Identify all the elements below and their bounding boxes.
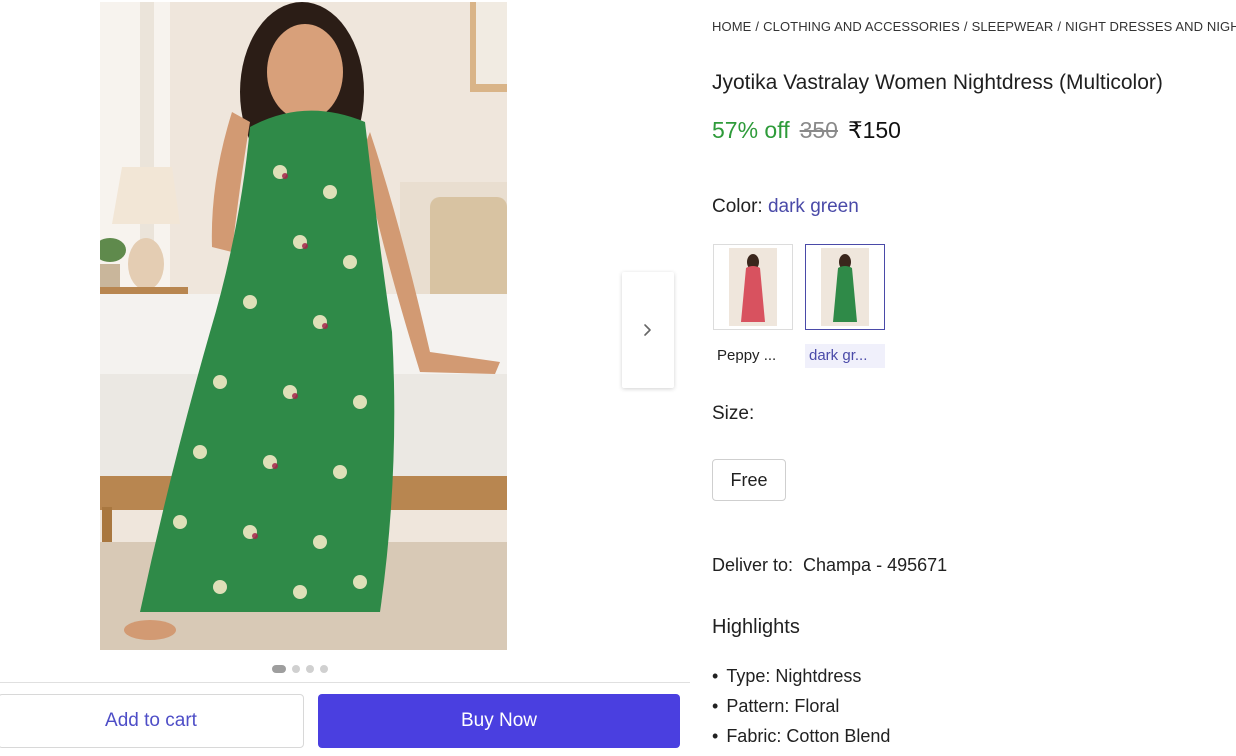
product-photo <box>100 2 507 650</box>
size-option-free[interactable]: Free <box>712 459 786 501</box>
size-label: Size: <box>712 403 755 424</box>
deliver-label: Deliver to: <box>712 555 794 575</box>
color-option-dark-green[interactable] <box>805 244 885 330</box>
sale-price: ₹150 <box>847 117 901 143</box>
carousel-dots <box>272 665 328 673</box>
carousel-dot-active[interactable] <box>272 665 286 673</box>
color-label: Color: <box>712 196 763 217</box>
product-title: Jyotika Vastralay Women Nightdress (Mult… <box>712 71 1163 94</box>
highlights-list: Type: Nightdress Pattern: Floral Fabric:… <box>712 664 890 754</box>
price-row: 57% off 350 ₹150 <box>712 117 901 144</box>
carousel-dot[interactable] <box>320 665 328 673</box>
color-swatch-thumbnail <box>729 248 777 326</box>
highlights-heading: Highlights <box>712 616 800 638</box>
carousel-dot[interactable] <box>292 665 300 673</box>
color-option-label[interactable]: Peppy ... <box>713 344 793 368</box>
delivery-location[interactable]: Champa - 495671 <box>803 555 947 575</box>
selected-color: dark green <box>767 196 859 217</box>
color-selector-label: Color: dark green <box>712 196 859 218</box>
add-to-cart-button[interactable]: Add to cart <box>0 694 304 748</box>
breadcrumb-item[interactable]: HOME <box>712 19 751 34</box>
highlight-item: Pattern: Floral <box>712 694 890 724</box>
color-option-peppy[interactable] <box>713 244 793 330</box>
carousel-dot[interactable] <box>306 665 314 673</box>
product-image[interactable] <box>100 2 507 650</box>
buy-now-button[interactable]: Buy Now <box>318 694 680 748</box>
divider <box>0 682 690 683</box>
breadcrumb-item[interactable]: CLOTHING AND ACCESSORIES <box>763 19 960 34</box>
highlight-item: Type: Nightdress <box>712 664 890 694</box>
highlight-item: Fabric: Cotton Blend <box>712 724 890 754</box>
color-option-label[interactable]: dark gr... <box>805 344 885 368</box>
color-swatch-thumbnail <box>821 248 869 326</box>
original-price: 350 <box>799 117 838 143</box>
breadcrumb: HOME / CLOTHING AND ACCESSORIES / SLEEPWEAR /… <box>712 19 1236 34</box>
chevron-right-icon <box>644 324 651 336</box>
discount-badge: 57% off <box>712 117 790 143</box>
next-image-button[interactable] <box>622 272 674 388</box>
breadcrumb-item[interactable]: SLEEPWEAR <box>972 19 1054 34</box>
delivery-info: Deliver to: Champa - 495671 <box>712 555 947 576</box>
breadcrumb-item[interactable]: NIGHT DRESSES AND NIGHTIES <box>1065 19 1236 34</box>
